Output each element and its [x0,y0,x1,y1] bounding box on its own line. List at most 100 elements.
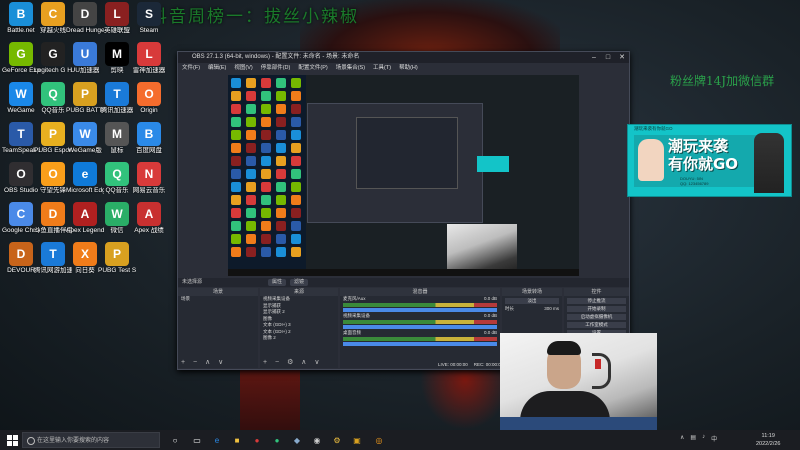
menu-item[interactable]: 文件(F) [182,63,200,73]
duration-input[interactable]: 300 ms [544,306,562,312]
preview-icon [261,78,271,88]
menu-item[interactable]: 场景集合(S) [336,63,365,73]
obs-window[interactable]: OBS 27.1.3 (64-bit, windows) - 配置文件: 未命名… [177,51,630,370]
sources-dock-title: 来源 [260,288,338,296]
volume-meter[interactable] [343,303,497,307]
preview-icon [261,91,271,101]
mixer-track: 视频采集设备 0.0 dB [340,313,500,329]
preview-icon [246,247,256,257]
fans-overlay-text: 粉丝牌14J加微信群 [670,74,775,88]
ime-icon[interactable]: 中 [711,434,717,443]
desktop-icon[interactable]: N 网易云音乐 [130,162,168,194]
banner-sub2: QQ: 123456789 [680,181,709,186]
volume-icon[interactable]: ♪ [702,434,705,443]
edge-icon[interactable]: e [210,433,224,447]
wechat-icon[interactable]: ● [270,433,284,447]
desktop-icon[interactable]: PPUBG Test Server [98,242,136,274]
overwatch-icon[interactable]: ◎ [372,433,386,447]
minimize-icon[interactable]: – [587,52,601,63]
menu-item[interactable]: 工具(T) [373,63,391,73]
system-tray[interactable]: ∧ ▤ ♪ 中 [680,434,717,443]
stream-overlay-title: 抖音周榜一：拔丝小辣椒 [150,7,359,27]
preview-icon [261,117,271,127]
settings-icon[interactable]: ⚙ [330,433,344,447]
preview-icon [291,169,301,179]
task-view-icon[interactable]: ○ [168,433,182,447]
source-item[interactable]: 图像 2 [260,335,338,342]
desktop-icon-label: 百度网盘 [136,147,162,154]
preview-icon [246,234,256,244]
desktop-icon[interactable]: L 雷神加速器 [130,42,168,74]
desktop-icon[interactable]: S Steam [130,2,168,34]
banner-line1: 潮玩来袭 [668,137,729,155]
preview-icon [291,234,301,244]
netease-icon[interactable]: ● [250,433,264,447]
close-icon[interactable]: ✕ [615,52,629,63]
desktop-icon[interactable]: A Apex 战绩 [130,202,168,234]
preview-icon [246,156,256,166]
track-level: 0.0 dB [483,313,497,318]
preview-icon [261,130,271,140]
preview-icon [246,104,256,114]
scenes-dock-controls[interactable]: + − ∧ ∨ [181,358,226,366]
scene-item[interactable]: 场景 [178,296,258,303]
menu-item[interactable]: 编辑(E) [208,63,226,73]
pubg-icon[interactable]: ▣ [350,433,364,447]
desktop-icon[interactable]: O Origin [130,82,168,114]
preview-icon [231,247,241,257]
volume-meter[interactable] [343,320,497,324]
preview-icon [261,182,271,192]
track-level: 0.0 dB [483,296,497,301]
preview-icon [276,156,286,166]
preview-icon [291,182,301,192]
preview-icon [261,195,271,205]
menu-item[interactable]: 配置文件(P) [298,63,327,73]
app-icon: D [73,2,97,26]
volume-slider[interactable] [343,325,497,329]
desktop-icon-label: PUBG Test Server [98,267,136,274]
volume-slider[interactable] [343,342,497,346]
preview-icon [291,91,301,101]
desk-items [500,417,657,430]
menu-item[interactable]: 帮助(H) [399,63,418,73]
control-button[interactable]: 停止推流 [567,298,626,304]
preview-icon [246,91,256,101]
preview-icon [261,156,271,166]
transition-select[interactable]: 淡出 [505,298,559,304]
app-icon: M [105,122,129,146]
obs-icon[interactable]: ◉ [310,433,324,447]
start-button[interactable] [4,432,20,448]
chevron-up-icon[interactable]: ∧ [680,434,684,443]
explorer-icon[interactable]: ■ [230,433,244,447]
mixer-dock-title: 混音器 [340,288,500,296]
obs-preview[interactable] [228,75,579,276]
control-button[interactable]: 启动虚拟摄像机 [567,314,626,320]
multitask-icon[interactable]: ▭ [190,433,204,447]
app-icon: A [137,202,161,226]
control-button[interactable]: 工作室模式 [567,322,626,328]
preview-icon [261,247,271,257]
properties-button[interactable]: 属性 [268,279,287,286]
control-button[interactable]: 开始录制 [567,306,626,312]
menu-item[interactable]: 停靠部件(D) [261,63,291,73]
taskbar-clock[interactable]: 11:19 2022/2/26 [756,432,780,448]
preview-icon [246,169,256,179]
menu-item[interactable]: 视图(V) [234,63,252,73]
preview-icon [231,221,241,231]
preview-desktop [228,75,306,276]
volume-slider[interactable] [343,308,497,312]
preview-icon [291,247,301,257]
obs-titlebar[interactable]: OBS 27.1.3 (64-bit, windows) - 配置文件: 未命名… [178,52,629,63]
volume-meter[interactable] [343,337,497,341]
filters-button[interactable]: 滤镜 [290,279,309,286]
app-icon: U [73,42,97,66]
maximize-icon[interactable]: □ [601,52,615,63]
network-icon[interactable]: ▤ [690,434,696,443]
steam-icon[interactable]: ◆ [290,433,304,447]
desktop-icon[interactable]: B 百度网盘 [130,122,168,154]
preview-icon [231,169,241,179]
sources-dock-controls[interactable]: + − ⚙ ∧ ∨ [263,358,322,366]
preview-icon [261,234,271,244]
taskbar-search[interactable]: 在这里输入你要搜索的内容 [22,432,160,448]
app-icon: T [9,122,33,146]
